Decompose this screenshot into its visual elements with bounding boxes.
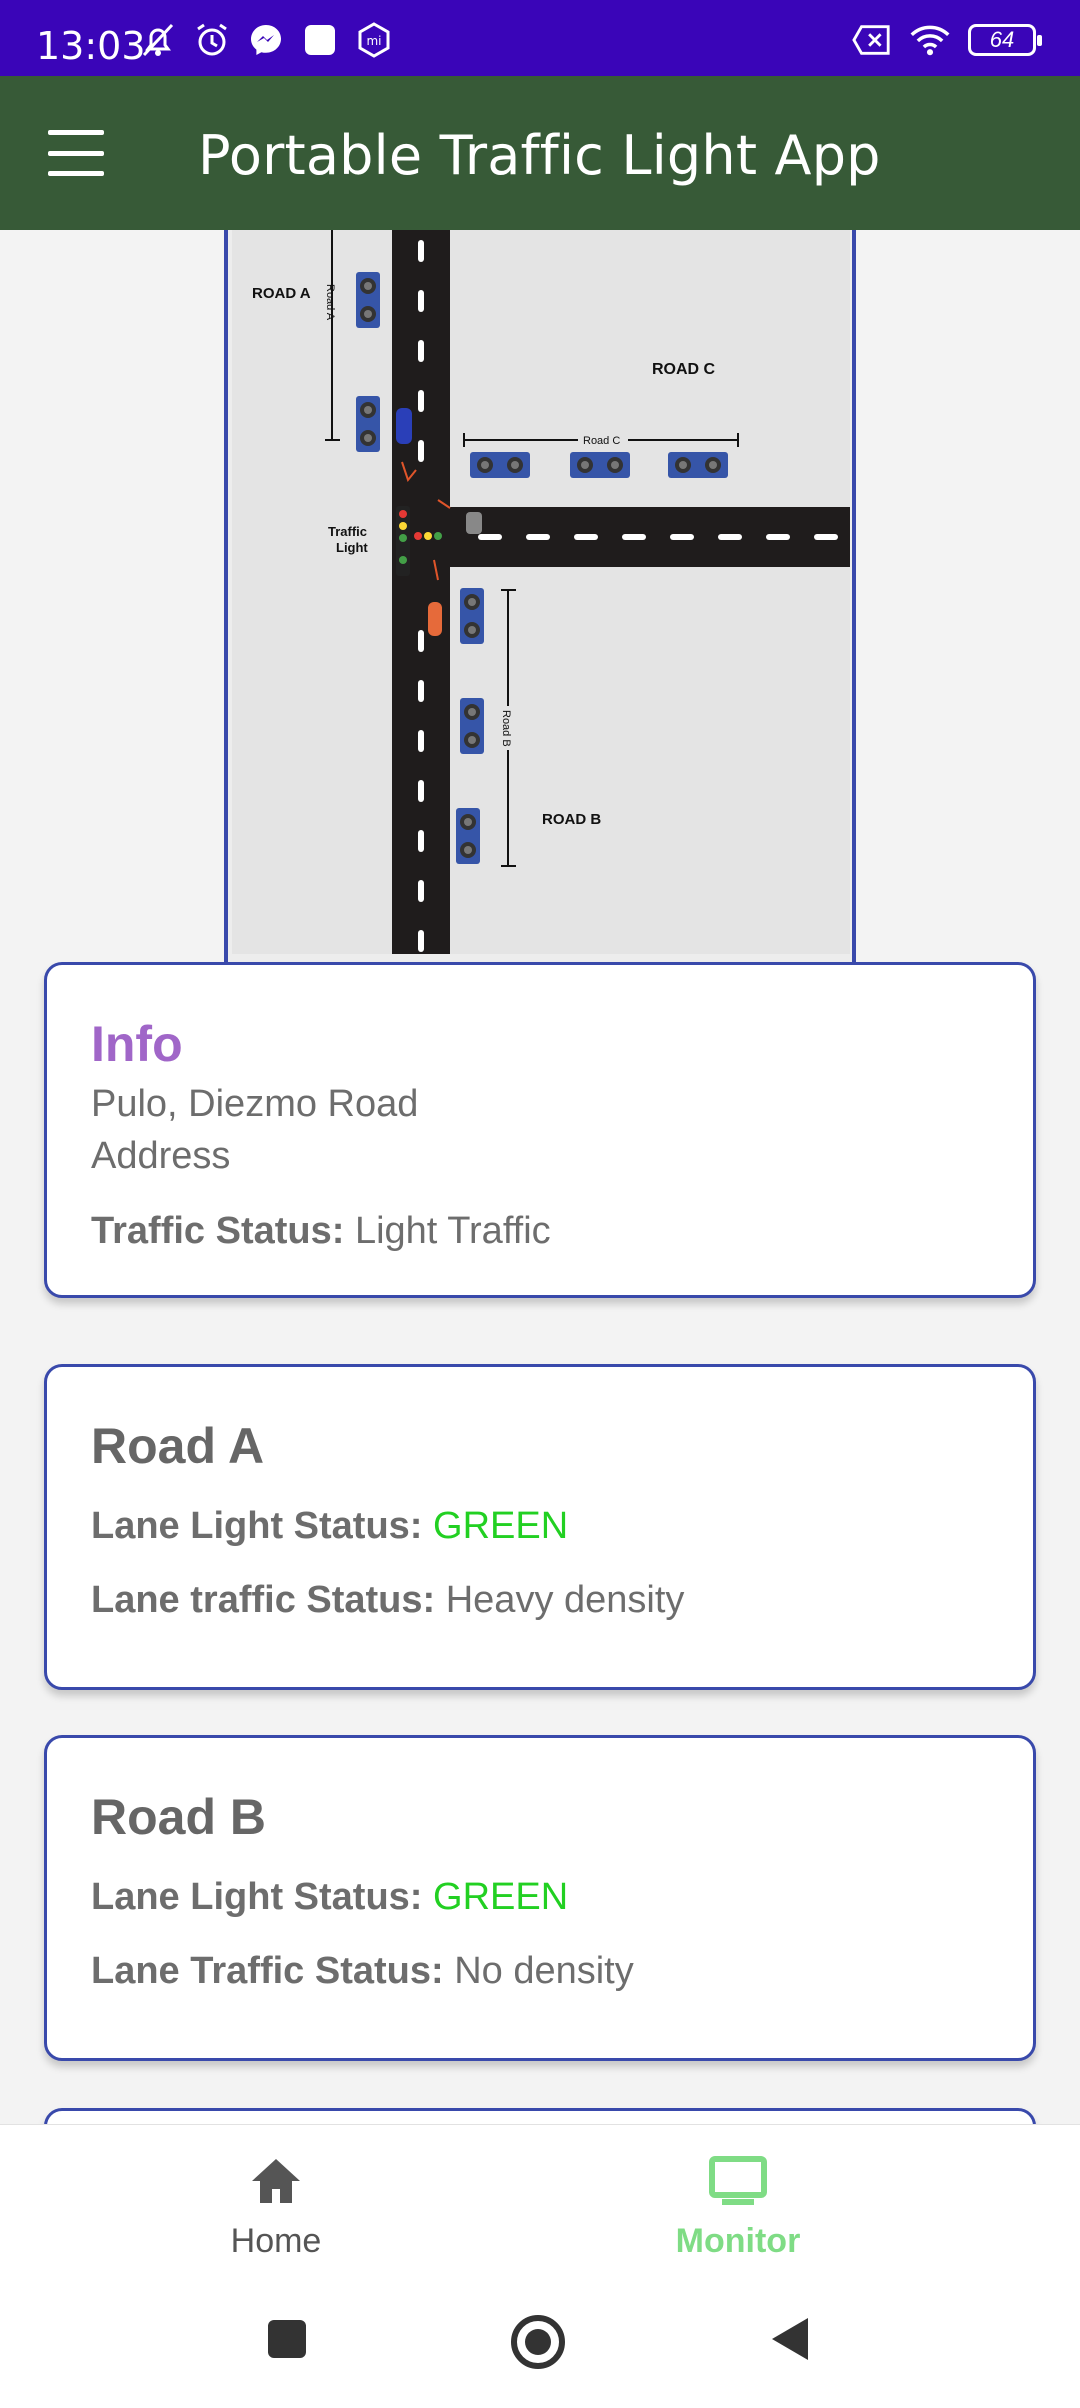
light-status-value: GREEN	[433, 1505, 569, 1547]
menu-icon[interactable]	[48, 130, 104, 176]
muted-bell-icon	[138, 22, 178, 58]
road-a-title: Road A	[91, 1418, 265, 1474]
battery-icon: 64	[968, 24, 1042, 56]
road-a-traffic-status: Lane traffic Status: Heavy density	[91, 1579, 684, 1622]
road-b-card: Road B Lane Light Status: GREEN Lane Tra…	[44, 1735, 1036, 2061]
sensor-a2	[356, 396, 380, 452]
svg-text:mi: mi	[366, 34, 381, 48]
back-button[interactable]	[768, 2314, 812, 2369]
circle-icon	[511, 2315, 565, 2369]
road-b-label: ROAD B	[542, 811, 601, 828]
car-blue-icon	[396, 408, 412, 444]
road-b-traffic-status: Lane Traffic Status: No density	[91, 1950, 634, 1993]
intersection-diagram: ROAD A Road A ROAD C Road C Traffic Ligh…	[224, 230, 856, 962]
lane-traffic-label: Lane traffic Status:	[91, 1579, 436, 1621]
no-sim-icon	[852, 22, 892, 58]
car-red-icon	[428, 602, 442, 636]
road-a-small-label: Road A	[324, 284, 336, 321]
monitor-icon	[709, 2156, 767, 2205]
square-icon	[268, 2320, 306, 2358]
info-title: Info	[91, 1016, 183, 1072]
alarm-icon	[192, 22, 232, 58]
road-b-light-status: Lane Light Status: GREEN	[91, 1876, 568, 1919]
system-icons: 64	[852, 22, 1042, 58]
nav-home-label: Home	[230, 2222, 322, 2260]
info-card: Info Pulo, Diezmo Road Address Traffic S…	[44, 962, 1036, 1298]
nav-monitor[interactable]: Monitor	[638, 2155, 838, 2261]
notification-icons: mi	[138, 22, 394, 58]
traffic-status-value: Light Traffic	[354, 1210, 551, 1252]
recent-apps-button[interactable]	[266, 2318, 308, 2365]
home-icon	[252, 2159, 300, 2203]
light-status-label: Lane Light Status:	[91, 1505, 423, 1547]
road-c-small-label: Road C	[583, 435, 620, 447]
traffic-status: Traffic Status: Light Traffic	[91, 1210, 551, 1253]
traffic-light-label-1: Traffic	[328, 524, 367, 539]
info-address-label: Address	[91, 1135, 231, 1177]
road-a-card: Road A Lane Light Status: GREEN Lane tra…	[44, 1364, 1036, 1690]
sensor-c2	[570, 452, 630, 478]
sensor-b3	[456, 808, 480, 864]
mi-icon: mi	[354, 22, 394, 58]
wifi-icon	[910, 22, 950, 58]
status-time: 13:03	[36, 24, 146, 68]
info-location: Pulo, Diezmo Road	[91, 1083, 419, 1125]
lane-traffic-value: No density	[454, 1950, 634, 1992]
road-b-title: Road B	[91, 1789, 266, 1845]
sensor-b1	[460, 588, 484, 644]
back-triangle-icon	[772, 2318, 808, 2360]
system-navigation-bar	[0, 2284, 1080, 2408]
light-status-label: Lane Light Status:	[91, 1876, 423, 1918]
road-b-small-label: Road B	[500, 710, 512, 747]
light-status-value: GREEN	[433, 1876, 569, 1918]
road-a-label: ROAD A	[252, 285, 311, 302]
sensor-b2	[460, 698, 484, 754]
traffic-light-label-2: Light	[336, 540, 368, 555]
app-notification-icon	[300, 22, 340, 58]
messenger-icon	[246, 22, 286, 58]
road-a-light-status: Lane Light Status: GREEN	[91, 1505, 568, 1548]
status-bar: 13:03 mi 64	[0, 0, 1080, 76]
traffic-status-label: Traffic Status:	[91, 1210, 345, 1252]
car-grey-icon	[466, 512, 482, 534]
nav-monitor-label: Monitor	[675, 2222, 801, 2260]
sensor-c1	[470, 452, 530, 478]
app-bar: Portable Traffic Light App	[0, 76, 1080, 230]
lane-traffic-label: Lane Traffic Status:	[91, 1950, 444, 1992]
nav-home[interactable]: Home	[176, 2155, 376, 2261]
sensor-c3	[668, 452, 728, 478]
app-title: Portable Traffic Light App	[198, 124, 881, 187]
home-button[interactable]	[510, 2314, 566, 2375]
sensor-a1	[356, 272, 380, 328]
road-c-label: ROAD C	[652, 361, 716, 378]
bottom-navigation: Home Monitor	[0, 2124, 1080, 2284]
lane-traffic-value: Heavy density	[445, 1579, 685, 1621]
